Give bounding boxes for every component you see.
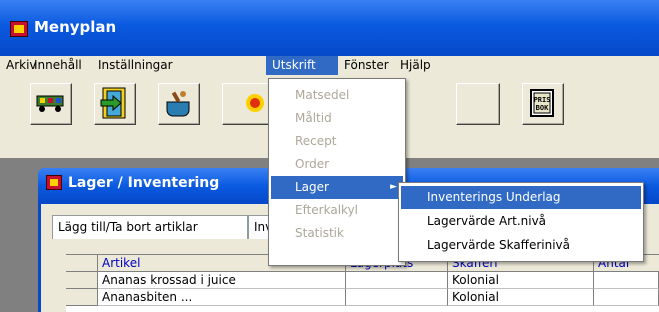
door-exit-button[interactable] <box>94 83 136 125</box>
door-exit-icon <box>100 87 126 119</box>
tab-inventering[interactable]: Inv <box>248 215 272 239</box>
menu-installningar[interactable]: Inställningar <box>92 56 179 75</box>
table-cell-skafferi[interactable]: Kolonial <box>448 272 594 289</box>
row-header[interactable] <box>66 289 98 306</box>
menu-item-lager-label: Lager <box>295 180 329 194</box>
submenu-item-inventerings-underlag[interactable]: Inventerings Underlag <box>401 186 641 209</box>
menubar: Arkiv Innehåll Inställningar Utskrift Fö… <box>0 56 659 75</box>
menu-item-matsedel[interactable]: Matsedel <box>271 84 403 107</box>
child-window-title: Lager / Inventering <box>68 175 220 191</box>
menu-item-maltid[interactable]: Måltid <box>271 107 403 130</box>
tab-lagg-till[interactable]: Lägg till/Ta bort artiklar <box>52 215 248 239</box>
utskrift-dropdown: Matsedel Måltid Recept Order Lager ► Eft… <box>268 78 406 266</box>
child-app-icon <box>46 175 62 190</box>
prisbok-icon: PRIS BOK <box>530 89 554 117</box>
menu-item-statistik[interactable]: Statistik <box>271 222 403 245</box>
svg-text:PRIS: PRIS <box>534 96 551 104</box>
cooking-pot-button[interactable] <box>158 83 200 125</box>
submenu-item-lagervarde-artniva[interactable]: Lagervärde Art.nivå <box>401 210 641 233</box>
menu-item-lager[interactable]: Lager ► <box>271 176 403 199</box>
menu-utskrift[interactable]: Utskrift <box>266 56 338 75</box>
grid-corner <box>66 255 98 272</box>
app-icon <box>10 21 28 37</box>
menu-item-recept[interactable]: Recept <box>271 130 403 153</box>
row-header[interactable] <box>66 272 98 289</box>
menu-item-efterkalkyl[interactable]: Efterkalkyl <box>271 199 403 222</box>
blank-toolbar-button[interactable] <box>456 83 500 125</box>
table-cell-lagerplats[interactable] <box>346 289 448 306</box>
menu-hjalp[interactable]: Hjälp <box>394 56 437 75</box>
submenu-arrow-icon: ► <box>390 182 397 192</box>
train-car-icon <box>36 95 64 112</box>
menu-fonster[interactable]: Fönster <box>338 56 395 75</box>
train-car-button[interactable] <box>30 83 72 125</box>
table-cell-antal[interactable] <box>594 289 659 306</box>
lager-submenu: Inventerings Underlag Lagervärde Art.niv… <box>398 182 644 262</box>
fire-icon <box>246 94 264 112</box>
fire-button[interactable] <box>222 83 270 125</box>
table-cell-antal[interactable] <box>594 272 659 289</box>
window-title: Menyplan <box>34 18 117 36</box>
table-cell-artikel[interactable]: Ananas krossad i juice <box>98 272 346 289</box>
submenu-item-lagervarde-skafferiniva[interactable]: Lagervärde Skafferinivå <box>401 234 641 257</box>
prisbok-button[interactable]: PRIS BOK <box>522 83 564 125</box>
menu-item-order[interactable]: Order <box>271 153 403 176</box>
table-cell-skafferi[interactable]: Kolonial <box>448 289 594 306</box>
table-cell-lagerplats[interactable] <box>346 272 448 289</box>
menu-innehall[interactable]: Innehåll <box>28 56 88 75</box>
table-cell-artikel[interactable]: Ananasbiten ... <box>98 289 346 306</box>
svg-text:BOK: BOK <box>536 104 549 112</box>
cooking-pot-icon <box>166 91 190 117</box>
